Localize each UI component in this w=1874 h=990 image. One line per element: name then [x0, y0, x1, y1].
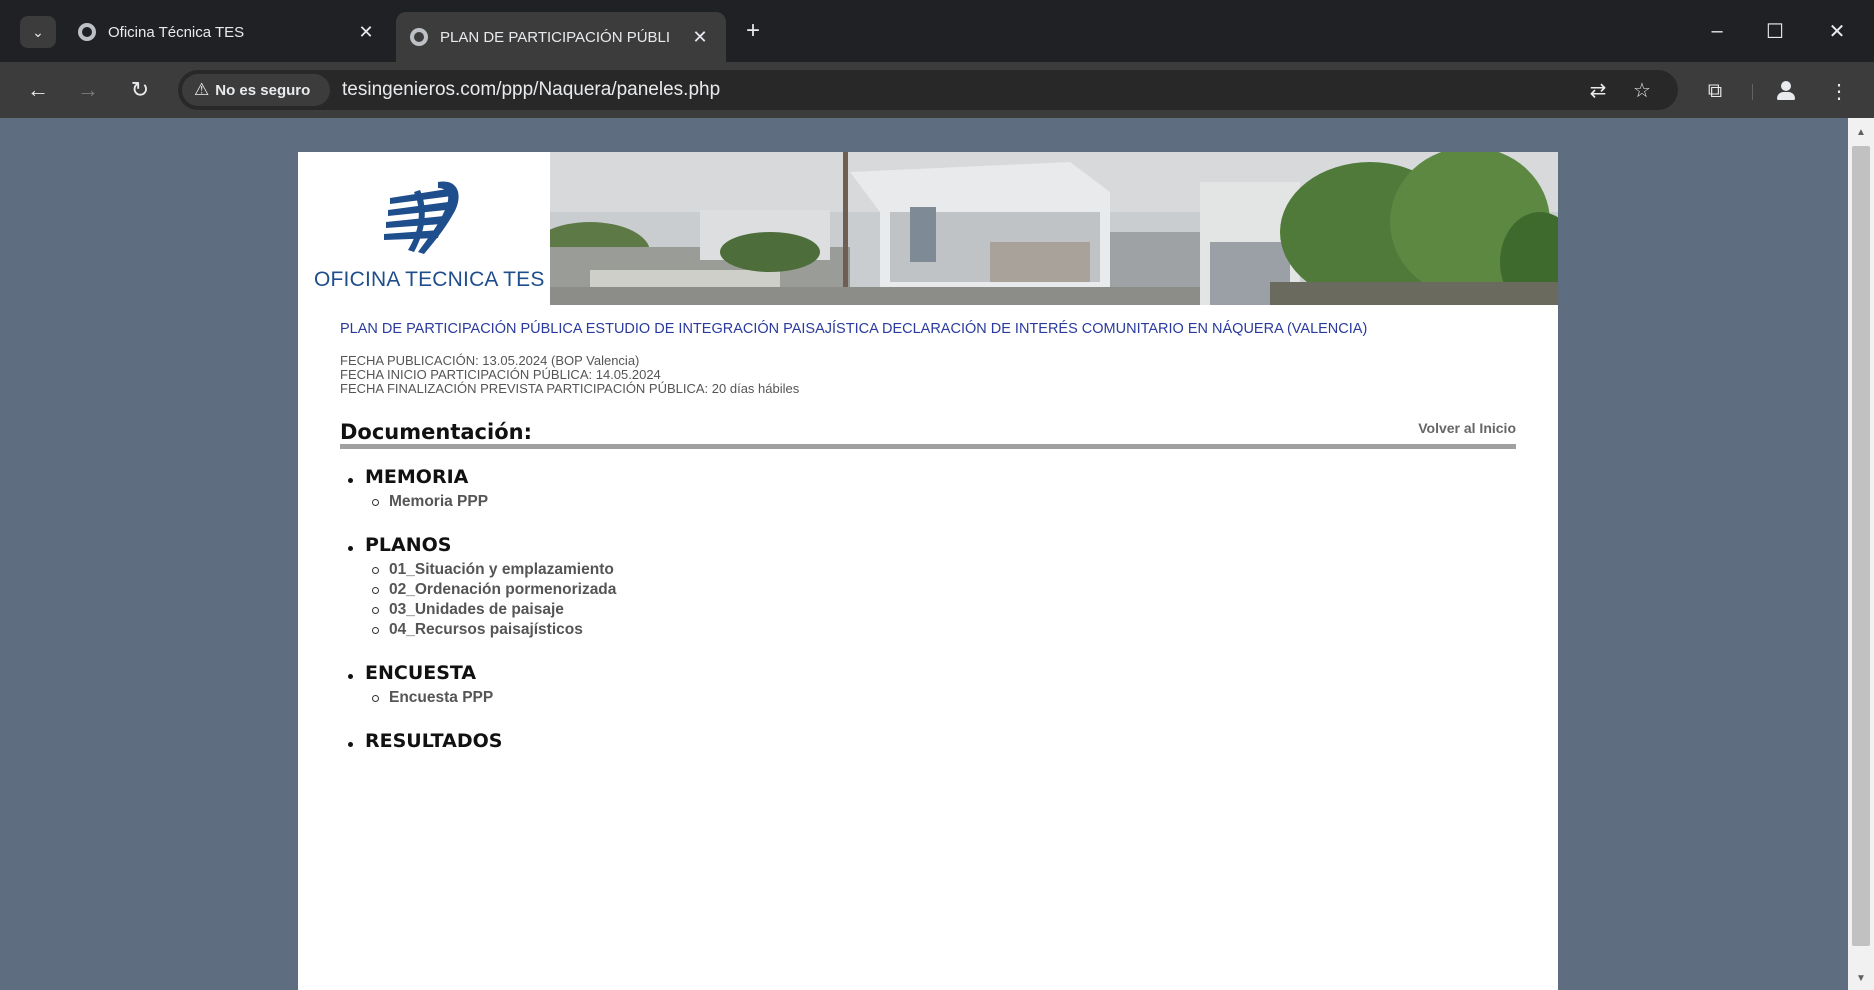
end-date: FECHA FINALIZACIÓN PREVISTA PARTICIPACIÓ…: [340, 381, 800, 396]
scroll-down-arrow-icon[interactable]: ▼: [1848, 968, 1874, 988]
circle-bullet-icon: [372, 606, 379, 614]
tab-plan-participacion[interactable]: PLAN DE PARTICIPACIÓN PÚBLI ✕: [396, 12, 726, 62]
tab-title: PLAN DE PARTICIPACIÓN PÚBLI: [440, 28, 671, 46]
bullet-icon: [348, 673, 353, 679]
kebab-menu-icon[interactable]: ⋮: [1822, 74, 1856, 108]
bullet-icon: [348, 545, 353, 551]
chevron-down-icon: ⌄: [32, 23, 44, 40]
profile-icon[interactable]: [1772, 76, 1800, 104]
arrow-left-icon: ←: [27, 77, 49, 102]
tes-logo-icon: [384, 181, 459, 254]
documentation-heading: Documentación:: [340, 420, 532, 444]
maximize-button[interactable]: ☐: [1748, 14, 1802, 48]
address-bar[interactable]: ⚠ No es seguro tesingenieros.com/ppp/Naq…: [178, 70, 1678, 110]
document-label: 03_Unidades de paisaje: [389, 601, 564, 618]
circle-bullet-icon: [372, 694, 379, 702]
tab-oficina-tecnica[interactable]: Oficina Técnica TES ✕: [64, 12, 392, 52]
documents-list: MEMORIA Memoria PPP PLANOS 01_Situación …: [342, 464, 1142, 774]
back-button[interactable]: ←: [20, 72, 56, 108]
bullet-icon: [348, 741, 353, 747]
circle-bullet-icon: [372, 498, 379, 506]
publication-date: FECHA PUBLICACIÓN: 13.05.2024 (BOP Valen…: [340, 353, 640, 368]
toolbar-divider: [1752, 84, 1753, 100]
browser-toolbar: ← → ↻ ⚠ No es seguro tesingenieros.com/p…: [0, 62, 1874, 118]
translate-icon[interactable]: ⇄: [1582, 74, 1614, 106]
reload-button[interactable]: ↻: [122, 72, 158, 108]
logo-block: OFICINA TECNICA TES: [298, 152, 550, 305]
warning-icon: ⚠: [194, 80, 210, 99]
profile-body-shape: [1777, 92, 1795, 100]
plan-title: PLAN DE PARTICIPACIÓN PÚBLICA ESTUDIO DE…: [340, 321, 1368, 337]
circle-bullet-icon: [372, 586, 379, 594]
heading-divider: [340, 444, 1516, 449]
document-link[interactable]: 03_Unidades de paisaje: [372, 600, 1142, 620]
section-label: ENCUESTA: [365, 662, 477, 684]
scroll-thumb[interactable]: [1852, 146, 1870, 946]
tab-title: Oficina Técnica TES: [108, 23, 245, 41]
header-photo: [550, 152, 1558, 305]
dates-block: FECHA PUBLICACIÓN: 13.05.2024 (BOP Valen…: [340, 354, 799, 396]
section-planos: PLANOS 01_Situación y emplazamiento 02_O…: [342, 532, 1142, 640]
document-link[interactable]: Encuesta PPP: [372, 688, 1142, 708]
reload-icon: ↻: [130, 77, 150, 102]
tab-search-button[interactable]: ⌄: [20, 16, 56, 48]
section-title-encuesta[interactable]: ENCUESTA: [342, 660, 1142, 686]
section-label: PLANOS: [365, 534, 452, 556]
section-title-memoria[interactable]: MEMORIA: [342, 464, 1142, 490]
vertical-scrollbar[interactable]: ▲ ▼: [1848, 118, 1874, 990]
minimize-button[interactable]: –: [1690, 14, 1744, 48]
document-label: 04_Recursos paisajísticos: [389, 621, 583, 638]
scroll-up-arrow-icon[interactable]: ▲: [1848, 122, 1874, 142]
document-label: 02_Ordenación pormenorizada: [389, 581, 617, 598]
arrow-right-icon: →: [77, 77, 99, 102]
puzzle-icon[interactable]: ⧉: [1698, 74, 1732, 108]
document-link[interactable]: 04_Recursos paisajísticos: [372, 620, 1142, 640]
globe-icon: [410, 28, 428, 46]
section-label: RESULTADOS: [365, 730, 503, 752]
circle-bullet-icon: [372, 626, 379, 634]
document-link[interactable]: Memoria PPP: [372, 492, 1142, 512]
start-date: FECHA INICIO PARTICIPACIÓN PÚBLICA: 14.0…: [340, 367, 661, 382]
window-close-button[interactable]: ✕: [1810, 14, 1864, 48]
minimize-icon: –: [1711, 19, 1723, 42]
section-label: MEMORIA: [365, 466, 469, 488]
section-resultados: RESULTADOS: [342, 728, 1142, 754]
circle-bullet-icon: [372, 566, 379, 574]
close-icon[interactable]: ✕: [354, 22, 378, 43]
close-icon[interactable]: ✕: [688, 27, 712, 48]
document-label: Encuesta PPP: [389, 689, 494, 706]
tab-strip: ⌄ Oficina Técnica TES ✕ PLAN DE PARTICIP…: [0, 0, 1874, 62]
page-content: OFICINA TECNICA TES PLAN DE PARTICIPACIÓ…: [298, 152, 1558, 990]
document-link[interactable]: 02_Ordenación pormenorizada: [372, 580, 1142, 600]
close-icon: ✕: [1828, 20, 1846, 43]
logo-text: OFICINA TECNICA TES: [314, 268, 545, 291]
url-text[interactable]: tesingenieros.com/ppp/Naquera/paneles.ph…: [342, 70, 720, 110]
sub-list: Encuesta PPP: [372, 688, 1142, 708]
section-title-planos[interactable]: PLANOS: [342, 532, 1142, 558]
section-memoria: MEMORIA Memoria PPP: [342, 464, 1142, 512]
profile-head-shape: [1781, 81, 1791, 91]
back-to-home-link[interactable]: Volver al Inicio: [1418, 420, 1516, 436]
globe-icon: [78, 23, 96, 41]
sub-list: 01_Situación y emplazamiento 02_Ordenaci…: [372, 560, 1142, 640]
section-title-resultados[interactable]: RESULTADOS: [342, 728, 1142, 754]
security-chip-label: No es seguro: [215, 81, 311, 99]
forward-button[interactable]: →: [70, 72, 106, 108]
maximize-icon: ☐: [1766, 20, 1784, 43]
document-label: Memoria PPP: [389, 493, 489, 510]
security-chip[interactable]: ⚠ No es seguro: [182, 74, 330, 106]
new-tab-button[interactable]: +: [738, 16, 768, 46]
bullet-icon: [348, 477, 353, 483]
star-icon[interactable]: ☆: [1626, 74, 1658, 106]
document-label: 01_Situación y emplazamiento: [389, 561, 614, 578]
section-encuesta: ENCUESTA Encuesta PPP: [342, 660, 1142, 708]
document-link[interactable]: 01_Situación y emplazamiento: [372, 560, 1142, 580]
sub-list: Memoria PPP: [372, 492, 1142, 512]
